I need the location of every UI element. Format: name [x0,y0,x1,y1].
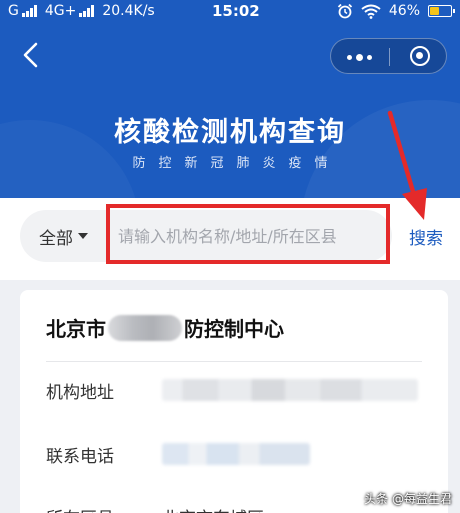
battery-percent: 46% [388,3,420,19]
search-bar: 全部 搜索 [0,198,460,280]
search-button[interactable]: 搜索 [409,224,443,249]
institution-name: 北京市 防控制中心 [46,313,284,342]
back-icon[interactable] [16,40,46,70]
battery-icon [428,5,455,17]
phone-label: 联系电话 [46,447,114,467]
district-label: 所在区县 [46,504,114,513]
battery-fill [430,7,439,15]
header-area: G 4G+ 20.4K/s 15:02 46% 核酸检测机构查询 防控新冠肺炎疫… [0,0,460,198]
network-icon: 4G+ [45,3,95,19]
divider [46,361,422,362]
signal-icon: G [8,3,37,19]
address-label: 机构地址 [46,383,114,403]
institution-name-suffix: 防控制中心 [184,317,284,341]
search-field: 全部 [20,210,392,262]
alarm-icon [337,3,353,19]
redacted-address [162,379,418,401]
miniprogram-capsule [330,38,447,74]
filter-label: 全部 [39,228,73,249]
institution-name-prefix: 北京市 [46,317,106,341]
redacted-text [108,315,182,341]
redacted-phone [162,443,310,465]
caret-down-icon [78,233,88,239]
network-speed: 20.4K/s [102,3,155,19]
page-title: 核酸检测机构查询 [114,117,346,148]
more-icon[interactable] [347,54,372,61]
district-filter-select[interactable]: 全部 [20,210,110,262]
capsule-divider [389,48,390,66]
wifi-icon [361,4,381,19]
network-label: 4G+ [44,3,77,19]
status-bar: G 4G+ 20.4K/s 15:02 46% [0,0,460,24]
page-subtitle: 防控新冠肺炎疫情 [132,156,341,171]
watermark: 头条 @每益生君 [364,492,452,506]
district-value: 北京市东城区 [162,504,264,513]
close-target-icon[interactable] [410,46,430,66]
carrier-label: G [8,3,19,19]
result-card[interactable]: 北京市 防控制中心 机构地址 联系电话 所在区县 北京市东城区 [20,290,448,513]
search-input[interactable] [112,216,388,256]
clock: 15:02 [212,2,260,20]
